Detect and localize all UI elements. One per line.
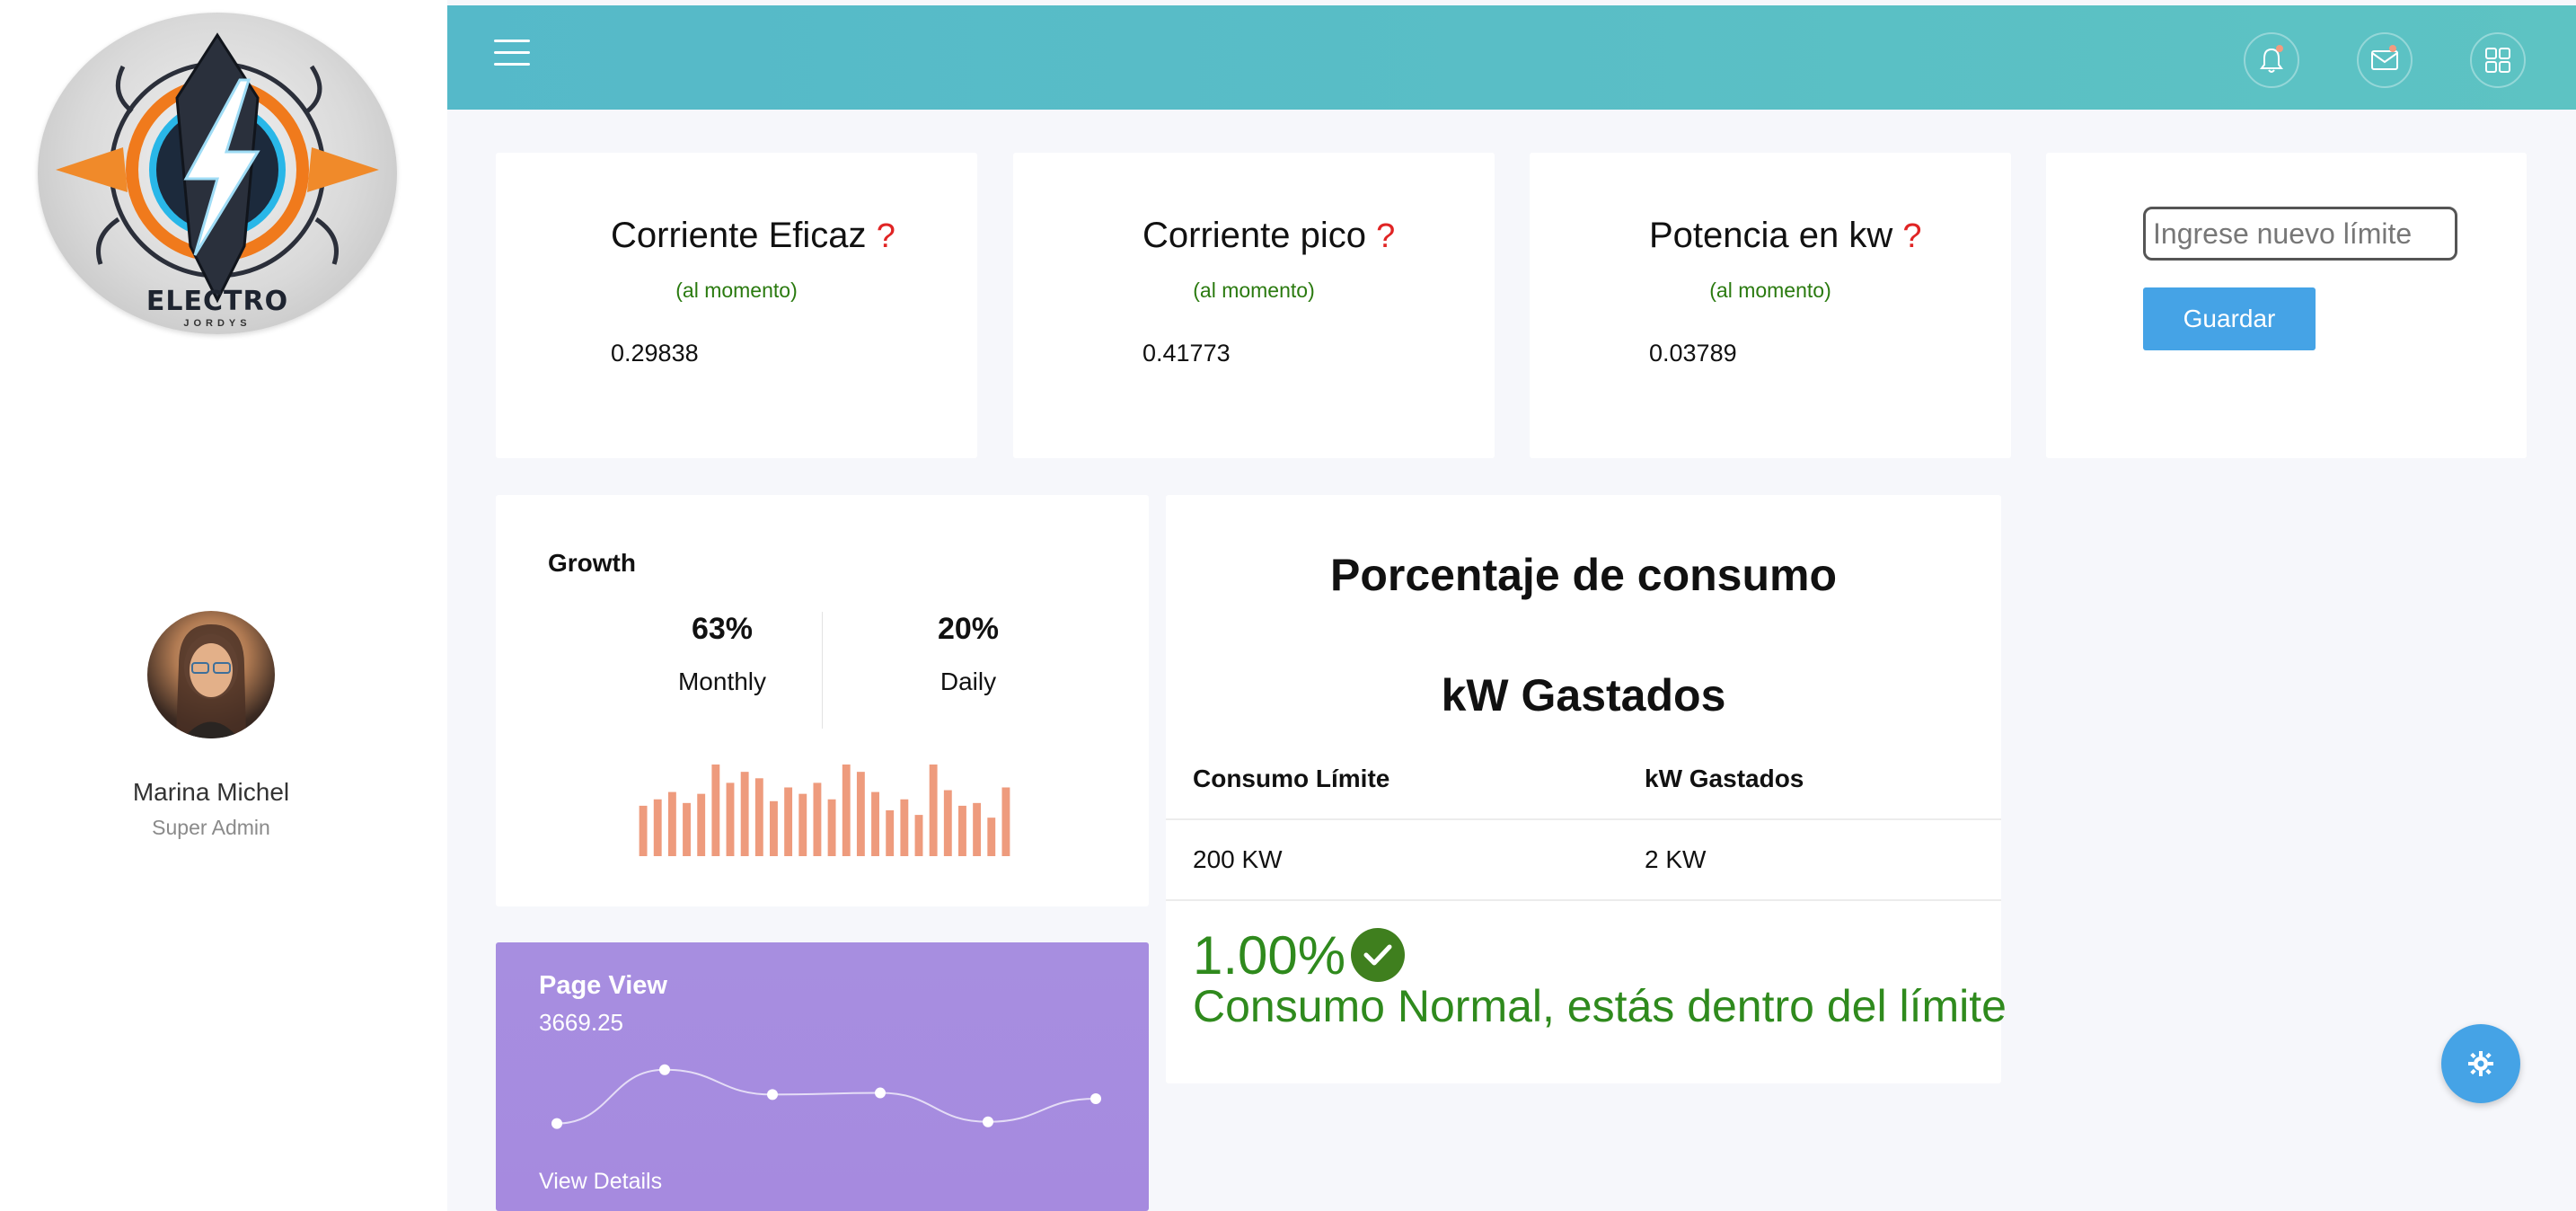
column-header-spent: kW Gastados xyxy=(1645,765,1804,792)
metric-title: Corriente Eficaz ? xyxy=(611,216,895,255)
metric-title: Potencia en kw ? xyxy=(1649,216,1922,255)
growth-bar xyxy=(958,805,966,856)
growth-bar xyxy=(856,772,865,856)
growth-bar xyxy=(726,782,735,856)
metric-card-peak-current: Corriente pico ? (al momento) 0.41773 xyxy=(1013,153,1495,458)
metric-value: 0.29838 xyxy=(611,340,699,367)
consumption-percentage: 1.00% xyxy=(1193,925,1346,986)
growth-bar xyxy=(653,799,662,856)
growth-bar xyxy=(711,765,720,856)
growth-daily-value: 20% xyxy=(937,612,1000,646)
growth-bar xyxy=(740,772,749,856)
check-icon xyxy=(1351,928,1405,982)
growth-bar xyxy=(886,810,895,856)
mail-icon[interactable] xyxy=(2357,32,2413,88)
consumption-card: Porcentaje de consumo kW Gastados Consum… xyxy=(1166,495,2007,1083)
growth-bar xyxy=(973,802,982,856)
growth-bar xyxy=(754,778,763,856)
metric-card-power-kw: Potencia en kw ? (al momento) 0.03789 xyxy=(1530,153,2011,458)
top-header xyxy=(447,5,2576,110)
growth-bar xyxy=(770,800,778,856)
avatar[interactable] xyxy=(147,611,275,738)
page-view-title: Page View xyxy=(539,971,667,1000)
settings-button[interactable] xyxy=(2441,1024,2520,1103)
metric-card-rms-current: Corriente Eficaz ? (al momento) 0.29838 xyxy=(496,153,977,458)
growth-bar xyxy=(1001,787,1010,856)
help-icon[interactable]: ? xyxy=(1902,217,1921,255)
sparkline-point xyxy=(551,1118,562,1129)
menu-icon[interactable] xyxy=(494,40,530,70)
growth-bar xyxy=(842,765,851,856)
user-role: Super Admin xyxy=(152,816,270,839)
growth-bar-chart xyxy=(639,765,1010,856)
sparkline-path xyxy=(556,1068,1097,1125)
help-icon[interactable]: ? xyxy=(1376,217,1395,255)
column-header-limit: Consumo Límite xyxy=(1193,765,1390,792)
growth-bar xyxy=(900,799,909,856)
user-name: Marina Michel xyxy=(132,778,290,806)
growth-bar xyxy=(987,818,996,856)
view-details-link[interactable]: View Details xyxy=(539,1169,662,1195)
growth-title: Growth xyxy=(548,549,636,577)
sparkline-point xyxy=(767,1089,778,1101)
save-button[interactable]: Guardar xyxy=(2143,287,2316,350)
consumption-title: Porcentaje de consumo xyxy=(1329,550,1838,600)
growth-monthly-label: Monthly xyxy=(677,667,767,695)
metric-title: Corriente pico ? xyxy=(1142,216,1396,255)
growth-daily-label: Daily xyxy=(940,667,997,695)
growth-bar xyxy=(813,782,822,856)
metric-subtitle: (al momento) xyxy=(675,278,798,302)
gear-icon xyxy=(2468,1051,2493,1076)
limit-value: 200 KW xyxy=(1193,845,1283,873)
table-divider xyxy=(1166,818,2001,820)
sparkline-point xyxy=(659,1064,670,1075)
sparkline-point xyxy=(875,1087,886,1099)
grid-icon[interactable] xyxy=(2470,32,2526,88)
brand-name: ELECTRO xyxy=(146,286,289,317)
sparkline-point xyxy=(1090,1093,1101,1104)
page-view-value: 3669.25 xyxy=(539,1009,623,1036)
sidebar: ELECTRO JORDYS Marina Michel Super Admin xyxy=(0,0,447,1211)
growth-bar xyxy=(667,791,676,856)
metric-subtitle: (al momento) xyxy=(1709,278,1831,302)
metric-value: 0.41773 xyxy=(1142,340,1231,367)
growth-bar xyxy=(914,815,923,856)
growth-bar xyxy=(943,790,952,856)
metric-subtitle: (al momento) xyxy=(1193,278,1315,302)
growth-bar xyxy=(871,791,879,856)
growth-bar xyxy=(798,793,807,856)
sparkline-point xyxy=(983,1116,993,1127)
limit-input[interactable] xyxy=(2143,207,2457,261)
consumption-subtitle: kW Gastados xyxy=(1441,670,1726,720)
consumption-status: Consumo Normal, estás dentro del límite xyxy=(1193,981,2007,1031)
growth-bar xyxy=(784,787,793,856)
limit-form-card: Guardar xyxy=(2046,153,2527,458)
growth-monthly-value: 63% xyxy=(691,612,754,646)
brand-logo[interactable]: ELECTRO JORDYS xyxy=(38,13,397,334)
growth-bar xyxy=(639,805,648,856)
growth-bar xyxy=(683,802,691,856)
help-icon[interactable]: ? xyxy=(877,217,895,255)
table-divider xyxy=(1166,899,2001,901)
spent-value: 2 KW xyxy=(1645,845,1707,873)
growth-bar xyxy=(697,793,706,856)
metric-value: 0.03789 xyxy=(1649,340,1737,367)
page-view-card: Page View 3669.25 View Details xyxy=(496,942,1149,1211)
page-view-sparkline xyxy=(551,1064,1101,1129)
growth-bar xyxy=(827,799,836,856)
brand-subtext: JORDYS xyxy=(183,318,251,329)
growth-card: Growth 63% Monthly 20% Daily xyxy=(496,495,1149,906)
growth-bar xyxy=(929,765,938,856)
bell-icon[interactable] xyxy=(2244,32,2299,88)
growth-divider xyxy=(822,612,823,729)
